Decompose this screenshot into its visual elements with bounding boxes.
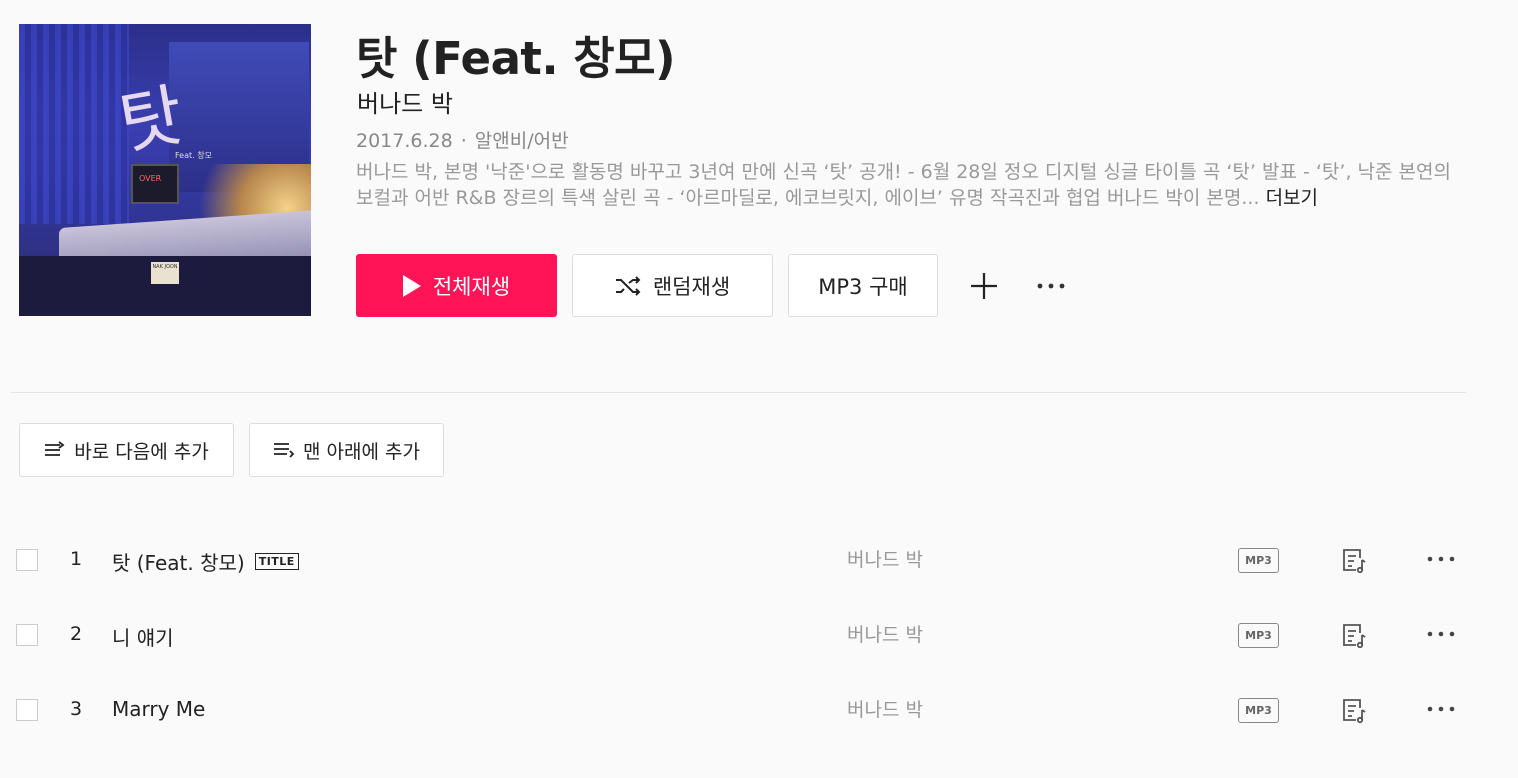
release-date: 2017.6.28: [356, 130, 453, 152]
track-checkbox[interactable]: [16, 699, 38, 721]
track-title[interactable]: 탓 (Feat. 창모): [112, 547, 245, 576]
track-checkbox[interactable]: [16, 624, 38, 646]
play-all-label: 전체재생: [432, 274, 511, 299]
add-bottom-button[interactable]: 맨 아래에 추가: [249, 423, 444, 477]
shuffle-button[interactable]: 랜덤재생: [572, 254, 773, 317]
track-more-icon[interactable]: [1426, 627, 1456, 641]
shuffle-label: 랜덤재생: [652, 274, 731, 299]
add-next-button[interactable]: 바로 다음에 추가: [19, 423, 234, 477]
track-number: 1: [70, 548, 83, 570]
more-icon[interactable]: [1036, 276, 1066, 296]
play-all-button[interactable]: 전체재생: [356, 254, 557, 317]
more-link[interactable]: 더보기: [1266, 187, 1318, 209]
buy-mp3-label: MP3 구매: [818, 274, 908, 299]
queue-bottom-icon: [274, 443, 295, 458]
album-title: 탓 (Feat. 창모): [356, 32, 676, 85]
mp3-button[interactable]: MP3: [1238, 698, 1279, 723]
track-title-wrap[interactable]: 니 얘기: [112, 622, 174, 651]
track-title-wrap[interactable]: 탓 (Feat. 창모) TITLE: [112, 547, 299, 576]
play-icon: [402, 274, 421, 297]
queue-next-icon: [45, 441, 65, 456]
plus-icon[interactable]: [968, 270, 1000, 302]
mp3-button[interactable]: MP3: [1238, 623, 1279, 648]
cover-badge: NAK JOON: [151, 262, 179, 284]
track-title[interactable]: 니 얘기: [112, 622, 174, 651]
track-row[interactable]: 2 니 얘기 버나드 박 MP3: [0, 611, 1518, 681]
lyrics-icon[interactable]: [1340, 546, 1368, 574]
track-checkbox[interactable]: [16, 549, 38, 571]
track-more-icon[interactable]: [1426, 552, 1456, 566]
track-title-wrap[interactable]: Marry Me: [112, 697, 205, 721]
track-number: 3: [70, 698, 83, 720]
meta-separator: ·: [460, 130, 467, 152]
track-number: 2: [70, 623, 83, 645]
add-next-label: 바로 다음에 추가: [74, 440, 209, 463]
section-divider: [11, 392, 1466, 393]
shuffle-icon: [615, 275, 641, 296]
lyrics-icon[interactable]: [1340, 621, 1368, 649]
track-row[interactable]: 3 Marry Me 버나드 박 MP3: [0, 686, 1518, 756]
album-description: 버나드 박, 본명 '낙준'으로 활동명 바꾸고 3년여 만에 신곡 ‘탓’ 공…: [356, 159, 1456, 211]
album-cover[interactable]: OVER 탓 Feat. 창모 NAK JOON: [19, 24, 311, 316]
title-tag: TITLE: [254, 553, 299, 570]
genre[interactable]: 알앤비/어반: [475, 130, 569, 152]
track-more-icon[interactable]: [1426, 702, 1456, 716]
cover-tv-text: OVER: [139, 174, 162, 183]
cover-feat: Feat. 창모: [175, 151, 212, 160]
cover-tv: OVER: [131, 164, 179, 204]
buy-mp3-button[interactable]: MP3 구매: [788, 254, 938, 317]
track-artist[interactable]: 버나드 박: [847, 545, 923, 572]
album-artist[interactable]: 버나드 박: [357, 84, 453, 119]
add-bottom-label: 맨 아래에 추가: [303, 440, 420, 463]
lyrics-icon[interactable]: [1340, 696, 1368, 724]
cover-curtain: [19, 24, 129, 224]
album-meta: 2017.6.28 · 알앤비/어반: [356, 126, 569, 153]
track-row[interactable]: 1 탓 (Feat. 창모) TITLE 버나드 박 MP3: [0, 536, 1518, 606]
mp3-button[interactable]: MP3: [1238, 548, 1279, 573]
track-artist[interactable]: 버나드 박: [847, 695, 923, 722]
track-artist[interactable]: 버나드 박: [847, 620, 923, 647]
track-title[interactable]: Marry Me: [112, 697, 205, 721]
